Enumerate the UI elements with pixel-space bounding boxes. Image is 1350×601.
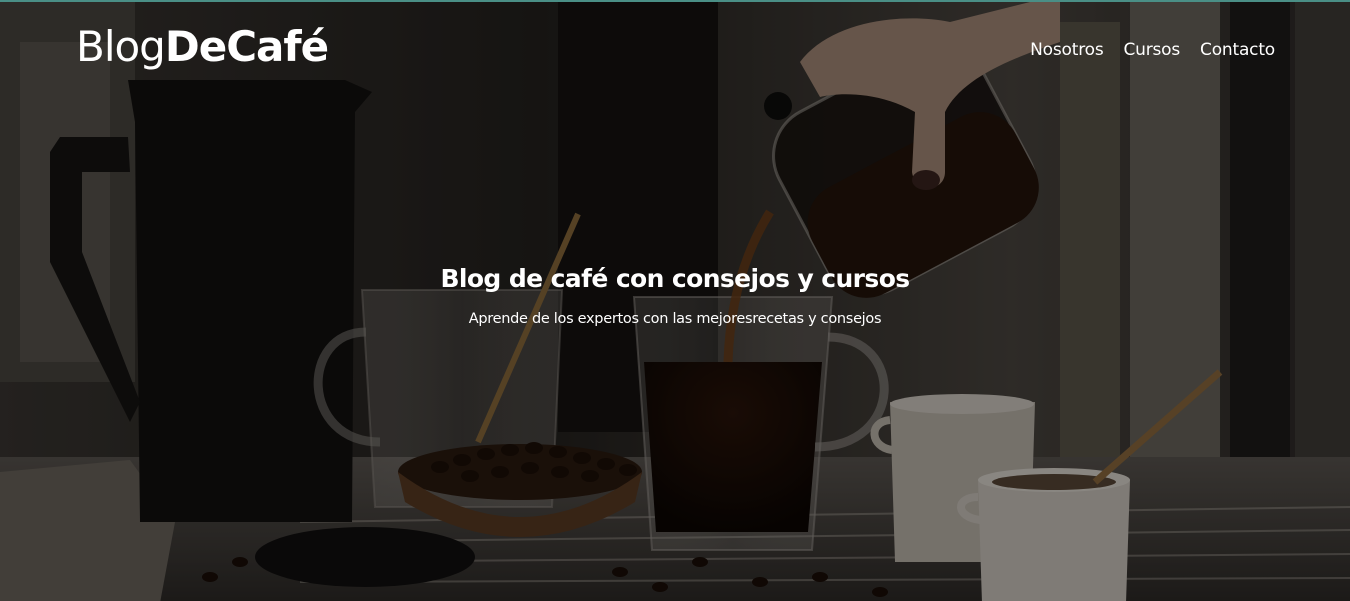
main-nav: Nosotros Cursos Contacto xyxy=(1030,40,1275,60)
nav-link-cursos[interactable]: Cursos xyxy=(1123,40,1180,60)
logo-text-light: Blog xyxy=(76,22,166,71)
logo-text-bold: DeCafé xyxy=(164,22,329,71)
hero-subtitle: Aprende de los expertos con las mejoresr… xyxy=(468,311,882,327)
hero-content: Blog de café con consejos y cursos Apren… xyxy=(0,264,1350,327)
nav-link-nosotros[interactable]: Nosotros xyxy=(1030,40,1104,60)
nav-link-contacto[interactable]: Contacto xyxy=(1200,40,1275,60)
hero-section: BlogDeCafé Nosotros Cursos Contacto Blog… xyxy=(0,0,1350,601)
hero-title: Blog de café con consejos y cursos xyxy=(440,264,910,293)
site-logo[interactable]: BlogDeCafé xyxy=(76,26,329,68)
site-header: BlogDeCafé Nosotros Cursos Contacto xyxy=(0,2,1350,102)
